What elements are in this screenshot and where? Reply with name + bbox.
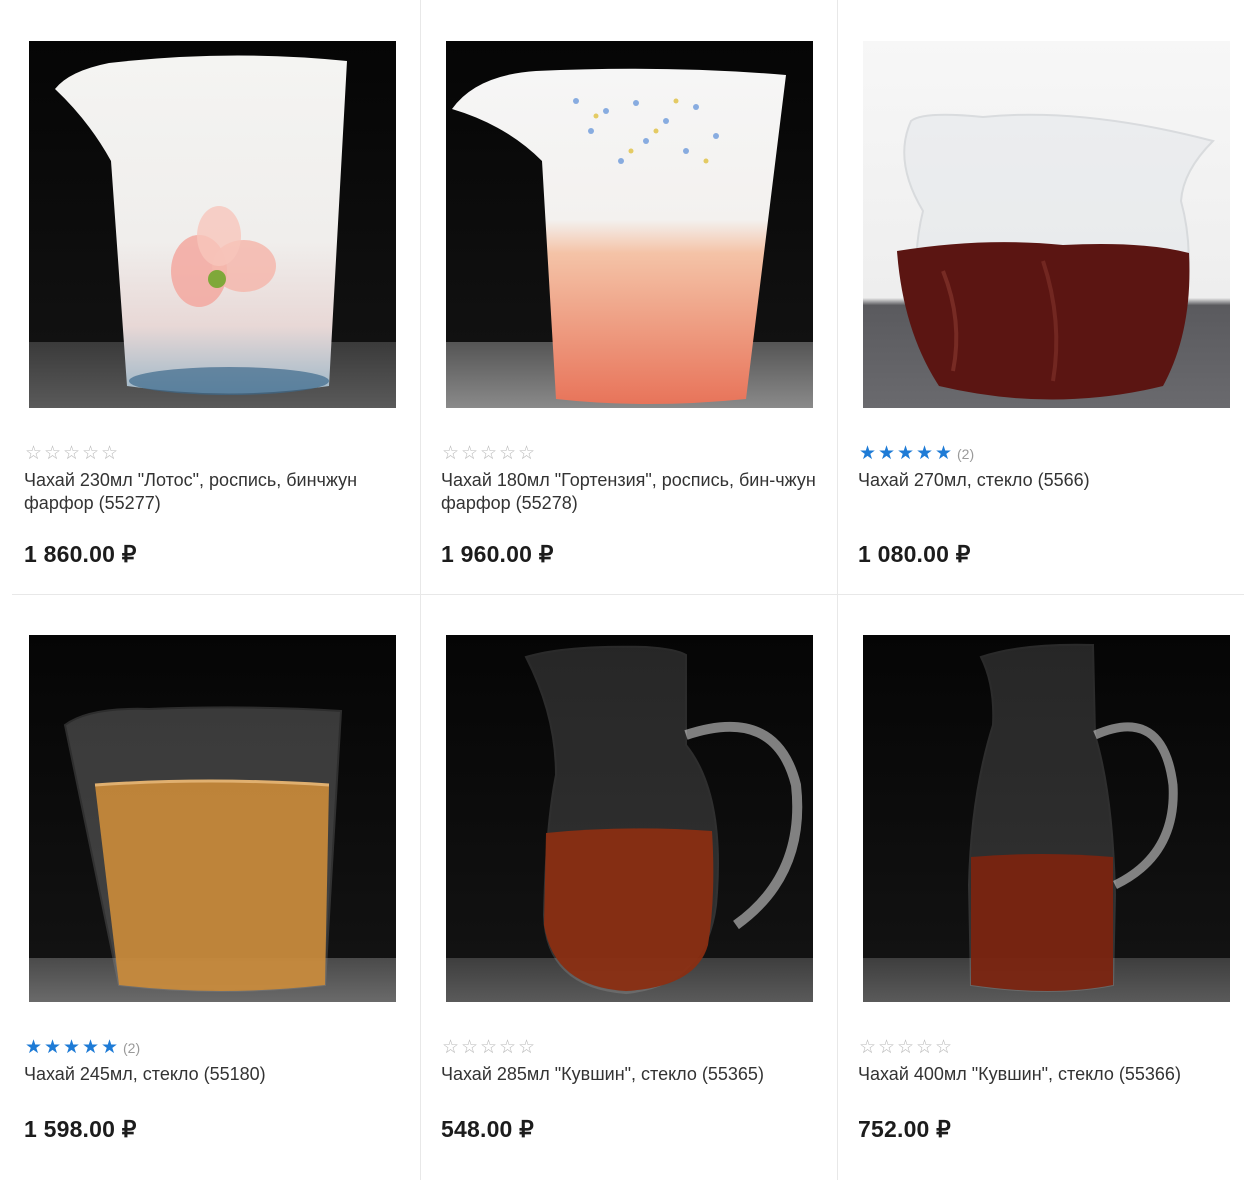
product-name[interactable]: Чахай 245мл, стекло (55180) [24,1063,404,1086]
star-filled-icon: ★ [43,1037,62,1058]
rating: ★ ★ ★ ★ ★ (2) [858,444,974,464]
porcelain-lotus-pitcher-image [29,41,396,408]
product-price: 1 080.00 ₽ [858,541,971,567]
porcelain-hydrangea-pitcher-image [446,41,813,408]
star-filled-icon: ★ [100,1037,119,1058]
product-price: 1 860.00 ₽ [24,541,137,567]
rating: ☆ ☆ ☆ ☆ ☆ [441,444,536,464]
rating: ☆ ☆ ☆ ☆ ☆ [441,1038,536,1058]
star-empty-icon: ☆ [517,1037,536,1058]
star-empty-icon: ☆ [896,1037,915,1058]
hammered-glass-pitcher-image [29,635,396,1002]
product-image[interactable] [446,635,813,1002]
product-image[interactable] [29,635,396,1002]
product-name[interactable]: Чахай 400мл "Кувшин", стекло (55366) [858,1063,1238,1086]
product-image[interactable] [863,635,1230,1002]
product-card[interactable]: ☆ ☆ ☆ ☆ ☆ Чахай 400мл "Кувшин", стекло (5536… [846,594,1260,1180]
star-empty-icon: ☆ [441,1037,460,1058]
star-empty-icon: ☆ [877,1037,896,1058]
product-price: 1 598.00 ₽ [24,1116,137,1142]
rating: ★ ★ ★ ★ ★ (2) [24,1038,140,1058]
product-card[interactable]: ☆ ☆ ☆ ☆ ☆ Чахай 230мл "Лотос", роспись, бинч… [12,0,429,594]
product-price: 548.00 ₽ [441,1116,534,1142]
product-card[interactable]: ☆ ☆ ☆ ☆ ☆ Чахай 180мл "Гортензия", роспись, … [429,0,846,594]
star-filled-icon: ★ [915,443,934,464]
product-name[interactable]: Чахай 230мл "Лотос", роспись, бинчжун фа… [24,469,404,515]
product-price: 752.00 ₽ [858,1116,951,1142]
product-image[interactable] [863,41,1230,408]
star-empty-icon: ☆ [498,1037,517,1058]
star-empty-icon: ☆ [498,443,517,464]
star-empty-icon: ☆ [81,443,100,464]
star-empty-icon: ☆ [460,443,479,464]
product-name[interactable]: Чахай 180мл "Гортензия", роспись, бин-чж… [441,469,821,515]
star-empty-icon: ☆ [43,443,62,464]
star-empty-icon: ☆ [24,443,43,464]
star-filled-icon: ★ [858,443,877,464]
star-empty-icon: ☆ [858,1037,877,1058]
star-empty-icon: ☆ [479,443,498,464]
star-empty-icon: ☆ [100,443,119,464]
tall-glass-jug-image [863,635,1230,1002]
star-filled-icon: ★ [877,443,896,464]
star-empty-icon: ☆ [441,443,460,464]
product-grid: ☆ ☆ ☆ ☆ ☆ Чахай 230мл "Лотос", роспись, бинч… [0,0,1260,1180]
product-name[interactable]: Чахай 270мл, стекло (5566) [858,469,1238,492]
review-count[interactable]: (2) [957,446,974,462]
glass-jug-image [446,635,813,1002]
star-filled-icon: ★ [934,443,953,464]
product-card[interactable]: ★ ★ ★ ★ ★ (2) Чахай 270мл, стекло (5566) 1 08… [846,0,1260,594]
product-card[interactable]: ★ ★ ★ ★ ★ (2) Чахай 245мл, стекло (55180) 1 5… [12,594,429,1180]
star-empty-icon: ☆ [479,1037,498,1058]
star-empty-icon: ☆ [915,1037,934,1058]
product-name[interactable]: Чахай 285мл "Кувшин", стекло (55365) [441,1063,821,1086]
product-image[interactable] [29,41,396,408]
star-filled-icon: ★ [81,1037,100,1058]
star-filled-icon: ★ [62,1037,81,1058]
rating: ☆ ☆ ☆ ☆ ☆ [24,444,119,464]
glass-pitcher-dark-tea-image [863,41,1230,408]
review-count[interactable]: (2) [123,1040,140,1056]
product-price: 1 960.00 ₽ [441,541,554,567]
star-empty-icon: ☆ [62,443,81,464]
star-empty-icon: ☆ [517,443,536,464]
star-filled-icon: ★ [896,443,915,464]
product-image[interactable] [446,41,813,408]
star-empty-icon: ☆ [934,1037,953,1058]
rating: ☆ ☆ ☆ ☆ ☆ [858,1038,953,1058]
star-filled-icon: ★ [24,1037,43,1058]
product-card[interactable]: ☆ ☆ ☆ ☆ ☆ Чахай 285мл "Кувшин", стекло (5536… [429,594,846,1180]
star-empty-icon: ☆ [460,1037,479,1058]
